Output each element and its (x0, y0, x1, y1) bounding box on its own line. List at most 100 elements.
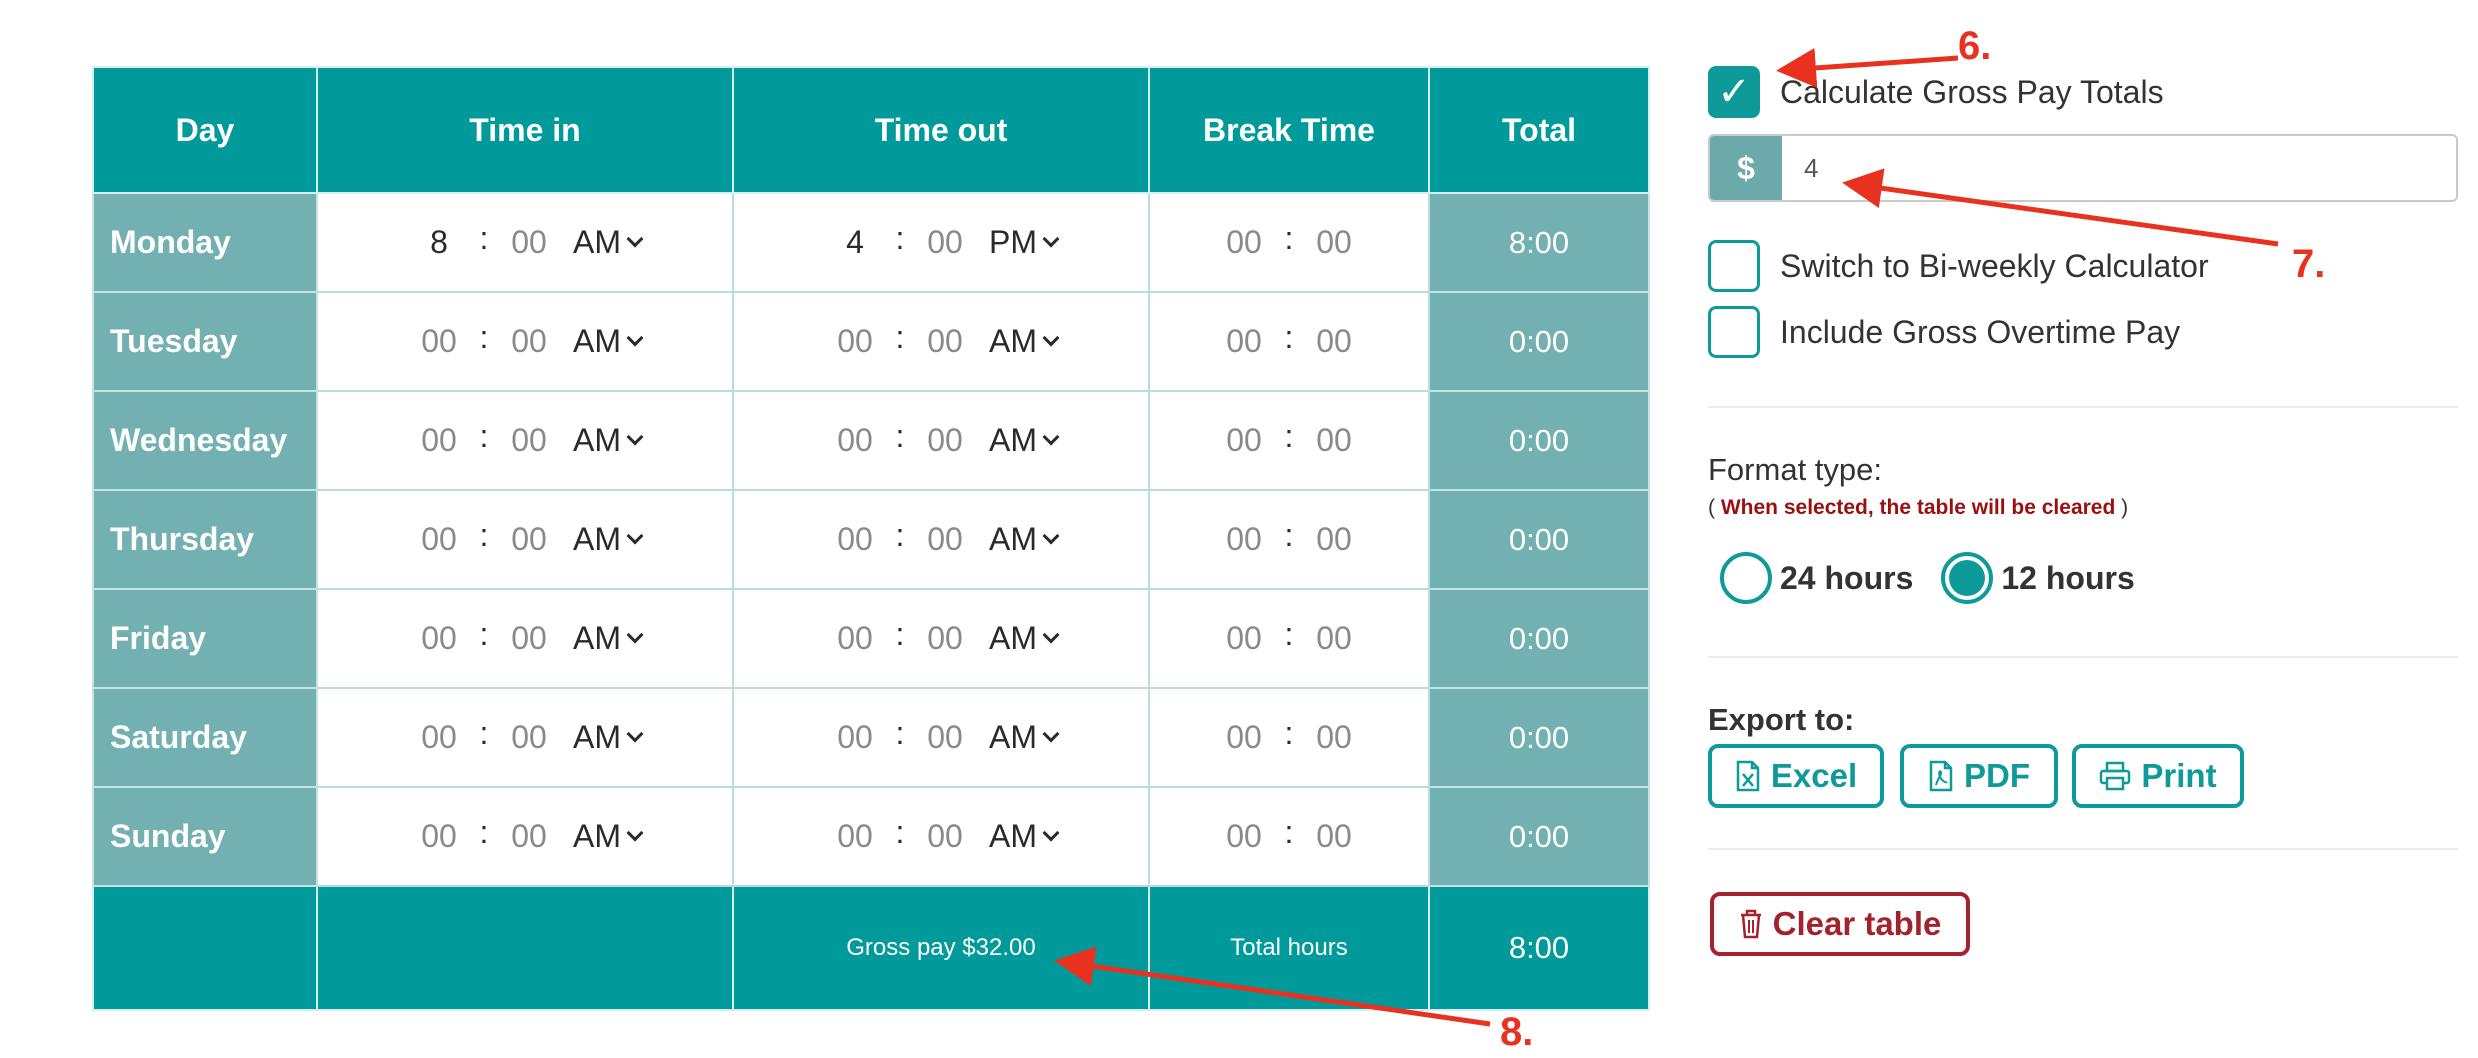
ampm-select[interactable]: AM (573, 818, 644, 855)
calculate-gross-pay-checkbox[interactable]: ✓ (1708, 66, 1760, 118)
hour-input[interactable]: 8 (409, 224, 469, 261)
hourly-rate-field[interactable]: $ 4 (1708, 134, 2458, 202)
hour-input[interactable]: 00 (825, 719, 885, 756)
hour-input[interactable]: 00 (825, 620, 885, 657)
hour-input[interactable]: 00 (825, 323, 885, 360)
break-time-cell: 00:00 (1148, 192, 1430, 293)
overtime-option[interactable]: Include Gross Overtime Pay (1708, 306, 2180, 358)
trash-icon (1740, 909, 1761, 939)
ampm-select[interactable]: AM (573, 323, 644, 360)
break-time-cell-picker: 00:00 (1214, 715, 1364, 756)
hour-input[interactable]: 4 (825, 224, 885, 261)
minute-input[interactable]: 00 (499, 521, 559, 558)
minute-input[interactable]: 00 (1304, 422, 1364, 459)
break-time-cell-picker: 00:00 (1214, 517, 1364, 558)
ampm-select[interactable]: AM (989, 323, 1060, 360)
ampm-value: AM (989, 422, 1037, 458)
minute-input[interactable]: 00 (1304, 818, 1364, 855)
radio-selected-dot (1949, 560, 1986, 596)
format-12-hours[interactable]: 12 hours (1941, 552, 2135, 604)
minute-input[interactable]: 00 (499, 224, 559, 261)
time-in-cell: 00:00 AM (316, 291, 734, 392)
time-out-cell-picker: 00:00 AM (825, 616, 1060, 657)
minute-input[interactable]: 00 (915, 719, 975, 756)
hour-input[interactable]: 00 (1214, 224, 1274, 261)
hour-input[interactable]: 00 (1214, 323, 1274, 360)
time-in-cell: 00:00 AM (316, 390, 734, 491)
ampm-select[interactable]: AM (573, 422, 644, 459)
minute-input[interactable]: 00 (499, 422, 559, 459)
hour-input[interactable]: 00 (1214, 620, 1274, 657)
ampm-select[interactable]: AM (989, 521, 1060, 558)
checkmark-icon: ✓ (1717, 70, 1751, 114)
header-time-out: Time out (732, 66, 1150, 194)
hour-input[interactable]: 00 (409, 818, 469, 855)
hour-input[interactable]: 00 (409, 422, 469, 459)
day-label: Friday (92, 588, 318, 689)
hour-input[interactable]: 00 (409, 620, 469, 657)
hour-input[interactable]: 00 (825, 818, 885, 855)
time-separator: : (479, 814, 489, 850)
ampm-select[interactable]: AM (989, 422, 1060, 459)
time-out-cell: 00:00 AM (732, 588, 1150, 689)
minute-input[interactable]: 00 (1304, 323, 1364, 360)
biweekly-option[interactable]: Switch to Bi-weekly Calculator (1708, 240, 2209, 292)
options-panel: ✓ Calculate Gross Pay Totals $ 4 Switch … (1708, 0, 2458, 1058)
chevron-down-icon (626, 527, 644, 544)
format-24-hours[interactable]: 24 hours (1720, 552, 1913, 604)
export-pdf-button[interactable]: PDF (1900, 744, 2058, 808)
time-in-cell: 00:00 AM (316, 786, 734, 887)
hour-input[interactable]: 00 (825, 521, 885, 558)
hour-input[interactable]: 00 (1214, 521, 1274, 558)
minute-input[interactable]: 00 (1304, 521, 1364, 558)
dollar-icon: $ (1710, 136, 1782, 200)
minute-input[interactable]: 00 (915, 620, 975, 657)
hourly-rate-input[interactable]: 4 (1782, 136, 2456, 200)
ampm-select[interactable]: AM (573, 719, 644, 756)
radio-24-hours[interactable] (1720, 552, 1772, 604)
table-row: Monday 8:00 AM 4:00 PM 00:00 8:00 (92, 192, 1650, 293)
ampm-select[interactable]: AM (573, 620, 644, 657)
print-button[interactable]: Print (2072, 744, 2244, 808)
break-time-cell: 00:00 (1148, 588, 1430, 689)
minute-input[interactable]: 00 (499, 323, 559, 360)
hour-input[interactable]: 00 (825, 422, 885, 459)
ampm-select[interactable]: AM (989, 620, 1060, 657)
minute-input[interactable]: 00 (1304, 719, 1364, 756)
hour-input[interactable]: 00 (409, 323, 469, 360)
minute-input[interactable]: 00 (915, 323, 975, 360)
time-out-cell: 00:00 AM (732, 687, 1150, 788)
chevron-down-icon (1042, 428, 1060, 445)
hour-input[interactable]: 00 (409, 719, 469, 756)
minute-input[interactable]: 00 (915, 422, 975, 459)
minute-input[interactable]: 00 (915, 818, 975, 855)
radio-12-hours[interactable] (1941, 552, 1994, 604)
minute-input[interactable]: 00 (499, 818, 559, 855)
ampm-select[interactable]: AM (573, 521, 644, 558)
hour-input[interactable]: 00 (409, 521, 469, 558)
ampm-value: AM (989, 521, 1037, 557)
biweekly-checkbox[interactable] (1708, 240, 1760, 292)
clear-table-button[interactable]: Clear table (1710, 892, 1970, 956)
hour-input[interactable]: 00 (1214, 422, 1274, 459)
ampm-select[interactable]: PM (989, 224, 1060, 261)
chevron-down-icon (626, 824, 644, 841)
overtime-checkbox[interactable] (1708, 306, 1760, 358)
ampm-select[interactable]: AM (989, 719, 1060, 756)
minute-input[interactable]: 00 (1304, 224, 1364, 261)
ampm-select[interactable]: AM (573, 224, 644, 261)
hour-input[interactable]: 00 (1214, 818, 1274, 855)
minute-input[interactable]: 00 (499, 719, 559, 756)
table-row: Wednesday 00:00 AM 00:00 AM 00:00 0:00 (92, 390, 1650, 491)
minute-input[interactable]: 00 (1304, 620, 1364, 657)
calculate-gross-pay-option[interactable]: ✓ Calculate Gross Pay Totals (1708, 66, 2164, 118)
minute-input[interactable]: 00 (915, 224, 975, 261)
hour-input[interactable]: 00 (1214, 719, 1274, 756)
table-row: Sunday 00:00 AM 00:00 AM 00:00 0:00 (92, 786, 1650, 887)
day-label: Tuesday (92, 291, 318, 392)
export-excel-button[interactable]: Excel (1708, 744, 1884, 808)
minute-input[interactable]: 00 (499, 620, 559, 657)
chevron-down-icon (626, 329, 644, 346)
ampm-select[interactable]: AM (989, 818, 1060, 855)
minute-input[interactable]: 00 (915, 521, 975, 558)
